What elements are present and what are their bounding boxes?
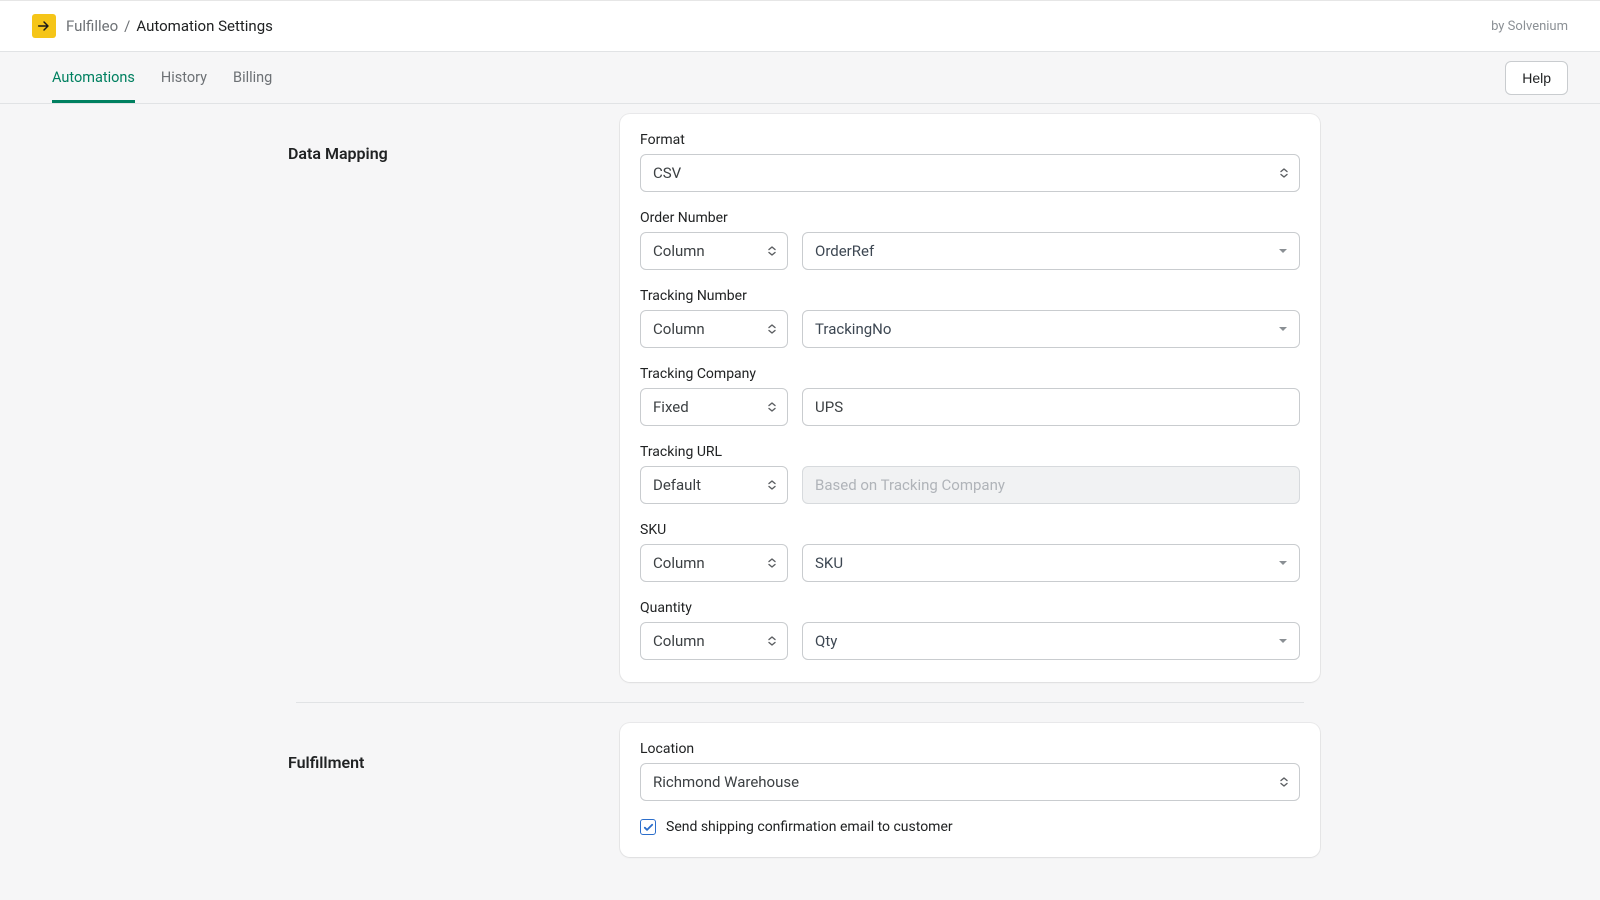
page-title: Automation Settings <box>136 17 273 35</box>
section-title-data-mapping: Data Mapping <box>280 144 600 163</box>
sku-mode-select[interactable]: Column <box>640 544 788 582</box>
breadcrumb: Fulfilleo / Automation Settings <box>32 14 273 38</box>
sku-column-combo[interactable]: SKU <box>802 544 1300 582</box>
breadcrumb-app[interactable]: Fulfilleo <box>66 17 118 35</box>
section-data-mapping: Data Mapping Format CSV Order Number Col… <box>260 114 1340 682</box>
tracking-company-mode-select[interactable]: Fixed <box>640 388 788 426</box>
section-fulfillment: Fulfillment Location Richmond Warehouse … <box>260 723 1340 857</box>
card-fulfillment: Location Richmond Warehouse Send shippin… <box>620 723 1320 857</box>
tracking-url-mode-select[interactable]: Default <box>640 466 788 504</box>
label-tracking-number: Tracking Number <box>640 288 1300 304</box>
breadcrumb-separator: / <box>124 17 130 35</box>
section-title-fulfillment: Fulfillment <box>280 753 600 772</box>
field-order-number: Order Number Column OrderRef <box>640 210 1300 270</box>
section-divider <box>296 702 1304 703</box>
breadcrumb-text: Fulfilleo / Automation Settings <box>66 17 273 35</box>
field-sku: SKU Column SKU <box>640 522 1300 582</box>
notify-customer-label: Send shipping confirmation email to cust… <box>666 819 953 835</box>
label-format: Format <box>640 132 1300 148</box>
field-notify-customer: Send shipping confirmation email to cust… <box>640 819 1300 835</box>
label-quantity: Quantity <box>640 600 1300 616</box>
tab-automations[interactable]: Automations <box>52 53 135 103</box>
tracking-company-input[interactable]: UPS <box>802 388 1300 426</box>
field-tracking-number: Tracking Number Column TrackingNo <box>640 288 1300 348</box>
tabs-bar: Automations History Billing Help <box>0 52 1600 104</box>
check-icon <box>643 822 654 833</box>
label-sku: SKU <box>640 522 1300 538</box>
select-wrap-format: CSV <box>640 154 1300 192</box>
tab-billing[interactable]: Billing <box>233 53 272 103</box>
byline: by Solvenium <box>1491 19 1568 34</box>
tracking-url-disabled-input: Based on Tracking Company <box>802 466 1300 504</box>
label-order-number: Order Number <box>640 210 1300 226</box>
tracking-number-mode-select[interactable]: Column <box>640 310 788 348</box>
label-tracking-company: Tracking Company <box>640 366 1300 382</box>
field-quantity: Quantity Column Qty <box>640 600 1300 660</box>
label-location: Location <box>640 741 1300 757</box>
tab-history[interactable]: History <box>161 53 207 103</box>
help-button[interactable]: Help <box>1505 61 1568 95</box>
field-location: Location Richmond Warehouse <box>640 741 1300 801</box>
location-select[interactable]: Richmond Warehouse <box>640 763 1300 801</box>
tabs: Automations History Billing <box>52 53 272 103</box>
content: Data Mapping Format CSV Order Number Col… <box>260 104 1340 887</box>
format-select[interactable]: CSV <box>640 154 1300 192</box>
label-tracking-url: Tracking URL <box>640 444 1300 460</box>
topbar: Fulfilleo / Automation Settings by Solve… <box>0 0 1600 52</box>
quantity-mode-select[interactable]: Column <box>640 622 788 660</box>
quantity-column-combo[interactable]: Qty <box>802 622 1300 660</box>
order-number-mode-select[interactable]: Column <box>640 232 788 270</box>
notify-customer-checkbox[interactable] <box>640 819 656 835</box>
arrow-right-icon <box>36 18 52 34</box>
field-format: Format CSV <box>640 132 1300 192</box>
field-tracking-company: Tracking Company Fixed UPS <box>640 366 1300 426</box>
tracking-number-column-combo[interactable]: TrackingNo <box>802 310 1300 348</box>
field-tracking-url: Tracking URL Default Based on Tracking C… <box>640 444 1300 504</box>
app-logo <box>32 14 56 38</box>
order-number-column-combo[interactable]: OrderRef <box>802 232 1300 270</box>
card-data-mapping: Format CSV Order Number Column <box>620 114 1320 682</box>
